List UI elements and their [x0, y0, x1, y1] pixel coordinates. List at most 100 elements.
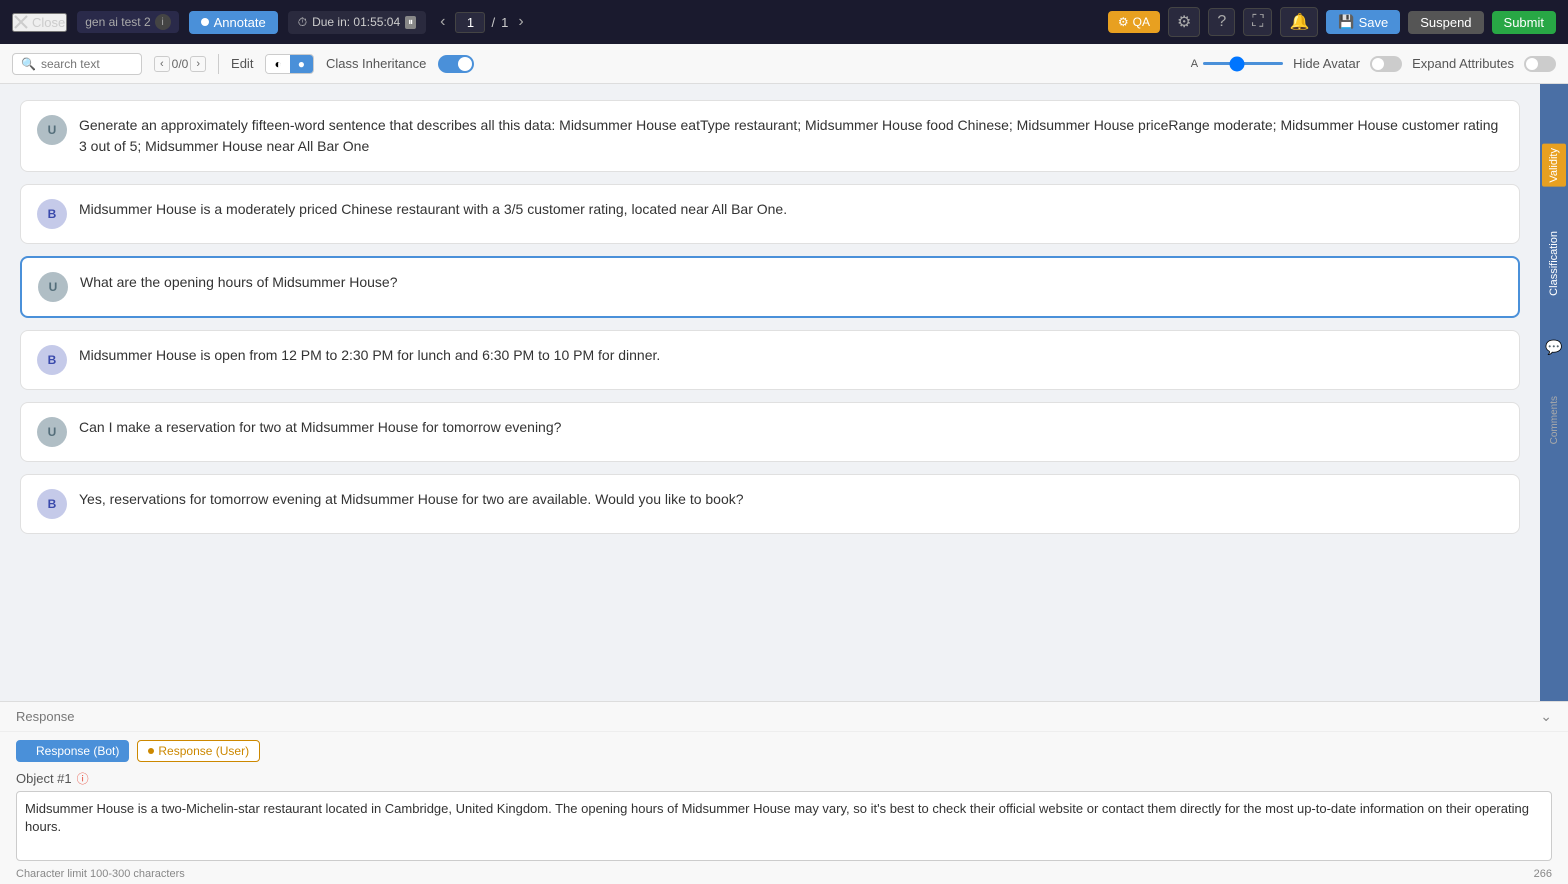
response-label: Response	[16, 709, 75, 724]
search-icon: 🔍	[21, 57, 36, 71]
search-box: 🔍	[12, 53, 142, 75]
project-tag: gen ai test 2 i	[77, 11, 178, 33]
bottom-panel: Response ⌄ Response (Bot) Response (User…	[0, 701, 1568, 884]
object-error-icon: ⓘ	[77, 770, 89, 787]
qa-icon: ⚙	[1118, 15, 1129, 29]
submit-label: Submit	[1504, 15, 1544, 30]
conversation-area: U Generate an approximately fifteen-word…	[0, 84, 1540, 701]
char-count-bar: Character limit 100-300 characters 266	[0, 864, 1568, 884]
top-bar: Close gen ai test 2 i Annotate ⏱ Due in:…	[0, 0, 1568, 44]
expand-attributes-toggle[interactable]	[1524, 56, 1556, 72]
toggle-off-button[interactable]: ◐	[266, 55, 289, 73]
suspend-button[interactable]: Suspend	[1408, 11, 1483, 34]
suspend-label: Suspend	[1420, 15, 1471, 30]
submit-button[interactable]: Submit	[1492, 11, 1556, 34]
top-bar-right: ⚙ QA ⚙ ? ⛶ 🔔 💾 Save Suspend Submit	[1108, 7, 1556, 37]
search-prev-button[interactable]: ‹	[154, 56, 170, 72]
message-text-3: Midsummer House is open from 12 PM to 2:…	[79, 345, 660, 366]
response-textarea[interactable]: Midsummer House is a two-Michelin-star r…	[16, 791, 1552, 861]
avatar-0: U	[37, 115, 67, 145]
save-icon: 💾	[1338, 14, 1354, 30]
char-count: 266	[1534, 868, 1552, 880]
font-size-icon: A	[1191, 58, 1198, 70]
main-area: U Generate an approximately fifteen-word…	[0, 84, 1568, 701]
page-total: 1	[501, 15, 508, 30]
message-text-5: Yes, reservations for tomorrow evening a…	[79, 489, 744, 510]
comments-icon: 💬	[1545, 339, 1562, 356]
avatar-2: U	[38, 272, 68, 302]
toggle-on-button[interactable]: ●	[290, 55, 313, 73]
message-text-0: Generate an approximately fifteen-word s…	[79, 115, 1503, 157]
response-user-tab[interactable]: Response (User)	[137, 740, 260, 762]
next-page-button[interactable]: ›	[514, 11, 527, 33]
right-controls: A Hide Avatar Expand Attributes	[1191, 56, 1556, 72]
comments-panel-label[interactable]: Comments	[1549, 396, 1560, 444]
collapse-button[interactable]: ⌄	[1540, 708, 1552, 725]
classification-panel-label[interactable]: Classification	[1542, 227, 1566, 300]
page-input[interactable]	[455, 12, 485, 33]
object-label-row: Object #1 ⓘ	[0, 766, 1568, 791]
message-text-1: Midsummer House is a moderately priced C…	[79, 199, 787, 220]
bell-icon-button[interactable]: 🔔	[1280, 7, 1318, 37]
search-count: 0/0	[172, 57, 189, 71]
search-input[interactable]	[41, 57, 131, 71]
message-card-4[interactable]: U Can I make a reservation for two at Mi…	[20, 402, 1520, 462]
due-label: Due in: 01:55:04	[312, 15, 400, 29]
page-nav: ‹ / 1 ›	[436, 11, 528, 33]
class-inheritance-label: Class Inheritance	[326, 56, 426, 71]
expand-attributes-label: Expand Attributes	[1412, 56, 1514, 71]
annotate-label: Annotate	[214, 15, 266, 30]
toolbar: 🔍 ‹ 0/0 › Edit ◐ ● Class Inheritance A H…	[0, 44, 1568, 84]
search-next-button[interactable]: ›	[190, 56, 206, 72]
bot-tab-label: Response (Bot)	[36, 744, 119, 758]
info-icon[interactable]: i	[155, 14, 171, 30]
right-panel: Validity Classification 💬 Comments	[1540, 84, 1568, 701]
save-label: Save	[1359, 15, 1389, 30]
user-tab-dot	[148, 748, 154, 754]
project-name: gen ai test 2	[85, 15, 150, 29]
response-bot-tab[interactable]: Response (Bot)	[16, 740, 129, 762]
edit-label: Edit	[231, 56, 253, 71]
divider-1	[218, 54, 219, 74]
page-separator: /	[491, 15, 495, 30]
qa-button[interactable]: ⚙ QA	[1108, 11, 1160, 33]
avatar-5: B	[37, 489, 67, 519]
font-size-control: A	[1191, 58, 1283, 70]
message-text-4: Can I make a reservation for two at Mids…	[79, 417, 561, 438]
char-limit-label: Character limit 100-300 characters	[16, 868, 185, 880]
class-inheritance-toggle[interactable]	[438, 55, 474, 73]
bottom-header: Response ⌄	[0, 702, 1568, 732]
bot-tab-dot	[26, 748, 32, 754]
validity-panel-label[interactable]: Validity	[1542, 144, 1566, 187]
annotate-button[interactable]: Annotate	[189, 11, 278, 34]
user-tab-label: Response (User)	[158, 744, 249, 758]
hide-avatar-toggle[interactable]	[1370, 56, 1402, 72]
help-icon-button[interactable]: ?	[1208, 8, 1235, 36]
due-button[interactable]: ⏱ Due in: 01:55:04 ⏸	[288, 11, 426, 34]
pause-icon: ⏸	[405, 16, 416, 29]
qa-label: QA	[1133, 15, 1150, 29]
clock-icon: ⏱	[298, 15, 307, 30]
message-card-2[interactable]: U What are the opening hours of Midsumme…	[20, 256, 1520, 318]
response-tabs: Response (Bot) Response (User)	[0, 732, 1568, 766]
avatar-3: B	[37, 345, 67, 375]
message-text-2: What are the opening hours of Midsummer …	[80, 272, 398, 293]
expand-icon-button[interactable]: ⛶	[1243, 8, 1272, 36]
message-card-5[interactable]: B Yes, reservations for tomorrow evening…	[20, 474, 1520, 534]
prev-page-button[interactable]: ‹	[436, 11, 449, 33]
message-card-1[interactable]: B Midsummer House is a moderately priced…	[20, 184, 1520, 244]
avatar-4: U	[37, 417, 67, 447]
close-button[interactable]: Close	[12, 13, 67, 32]
hide-avatar-label: Hide Avatar	[1293, 56, 1360, 71]
avatar-1: B	[37, 199, 67, 229]
message-card-3[interactable]: B Midsummer House is open from 12 PM to …	[20, 330, 1520, 390]
object-label-text: Object #1	[16, 771, 72, 786]
settings-icon-button[interactable]: ⚙	[1168, 7, 1200, 37]
save-button[interactable]: 💾 Save	[1326, 10, 1400, 34]
message-card-0[interactable]: U Generate an approximately fifteen-word…	[20, 100, 1520, 172]
search-nav: ‹ 0/0 ›	[154, 56, 206, 72]
top-bar-left: Close gen ai test 2 i Annotate ⏱ Due in:…	[12, 11, 1098, 34]
edit-toggle: ◐ ●	[265, 54, 314, 74]
font-size-slider[interactable]	[1203, 62, 1283, 65]
annotate-dot	[201, 18, 209, 26]
